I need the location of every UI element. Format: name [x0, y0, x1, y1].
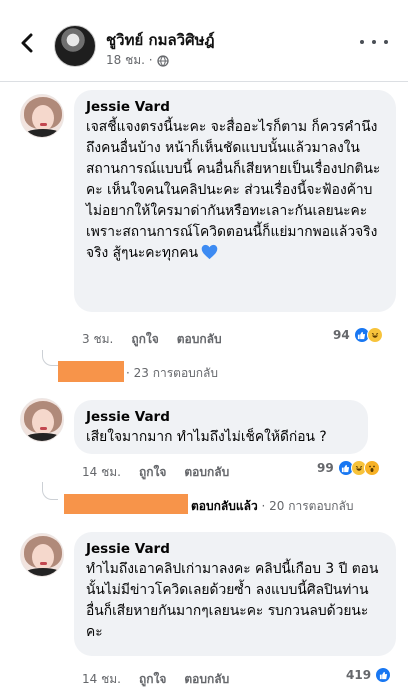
comment-text: เจสชี้แจงตรงนี้นะคะ จะสื่ออะไรก็ตาม ก็คว…	[86, 117, 384, 264]
like-button[interactable]: ถูกใจ	[139, 463, 166, 482]
comment-actions: 14 ชม. ถูกใจ ตอบกลับ	[82, 463, 229, 482]
reaction-summary[interactable]: 419	[346, 667, 392, 683]
view-replies-link[interactable]: · 23 การตอบกลับ	[126, 364, 218, 383]
comment-actions: 3 ชม. ถูกใจ ตอบกลับ	[82, 330, 222, 349]
reply-button[interactable]: ตอบกลับ	[184, 670, 229, 689]
chevron-left-icon	[21, 33, 33, 53]
reply-button[interactable]: ตอบกลับ	[177, 330, 222, 349]
dot-icon	[360, 40, 364, 44]
commenter-avatar[interactable]	[20, 398, 64, 442]
thread-line	[42, 482, 58, 500]
commenter-avatar[interactable]	[20, 533, 64, 577]
comment-time: 14 ชม.	[82, 672, 121, 686]
like-button[interactable]: ถูกใจ	[131, 330, 158, 349]
like-reaction-icon	[375, 667, 392, 683]
haha-reaction-icon	[366, 327, 383, 343]
thread-line	[42, 350, 58, 366]
dot-icon	[384, 40, 388, 44]
comment-text: ทำไมถึงเอาคลิปเก่ามาลงคะ คลิปนี้เกือบ 3 …	[86, 561, 379, 640]
comment-text-body: เจสชี้แจงตรงนี้นะคะ จะสื่ออะไรก็ตาม ก็คว…	[86, 119, 381, 261]
comment-bubble: Jessie Vard เจสชี้แจงตรงนี้นะคะ จะสื่ออะ…	[74, 90, 396, 312]
replied-by-author: ตอบกลับแล้ว	[191, 499, 258, 513]
comment-bubble: Jessie Vard เสียใจมากมาก ทำไมถึงไม่เช็คใ…	[74, 400, 368, 454]
post-time-text: 18 ชม. ·	[106, 53, 153, 67]
reply-button[interactable]: ตอบกลับ	[184, 463, 229, 482]
redacted-replier	[64, 494, 188, 514]
comment-time: 14 ชม.	[82, 465, 121, 479]
comment-actions: 14 ชม. ถูกใจ ตอบกลับ	[82, 670, 229, 689]
replies-summary[interactable]: ตอบกลับแล้ว · 20 การตอบกลับ	[191, 497, 354, 516]
redacted-replier	[58, 361, 124, 382]
wow-reaction-icon	[363, 460, 380, 476]
comment-author[interactable]: Jessie Vard	[86, 408, 356, 426]
dot-icon	[372, 40, 376, 44]
like-button[interactable]: ถูกใจ	[139, 670, 166, 689]
blue-heart-icon	[201, 244, 218, 260]
globe-icon	[156, 54, 169, 67]
comment-author[interactable]: Jessie Vard	[86, 540, 384, 558]
reaction-count: 99	[317, 461, 334, 475]
post-time: 18 ชม. ·	[106, 51, 169, 70]
comment-author[interactable]: Jessie Vard	[86, 98, 384, 116]
comment-text: เสียใจมากมาก ทำไมถึงไม่เช็คให้ดีก่อน ?	[86, 429, 327, 445]
reaction-count: 94	[333, 328, 350, 342]
view-replies-link[interactable]: · 20 การตอบกลับ	[262, 499, 354, 513]
reaction-count: 419	[346, 668, 372, 682]
page-name[interactable]: ชูวิทย์ กมลวิศิษฎ์	[106, 28, 215, 52]
reaction-summary[interactable]: 94	[333, 327, 383, 343]
post-header: ชูวิทย์ กมลวิศิษฎ์ 18 ชม. ·	[0, 0, 408, 82]
commenter-avatar[interactable]	[20, 94, 64, 138]
page-avatar[interactable]	[54, 25, 96, 67]
comment-time: 3 ชม.	[82, 332, 114, 346]
reaction-summary[interactable]: 99	[317, 460, 380, 476]
comment-bubble: Jessie Vard ทำไมถึงเอาคลิปเก่ามาลงคะ คลิ…	[74, 532, 396, 656]
more-options-button[interactable]	[360, 36, 388, 48]
back-button[interactable]	[14, 30, 40, 56]
